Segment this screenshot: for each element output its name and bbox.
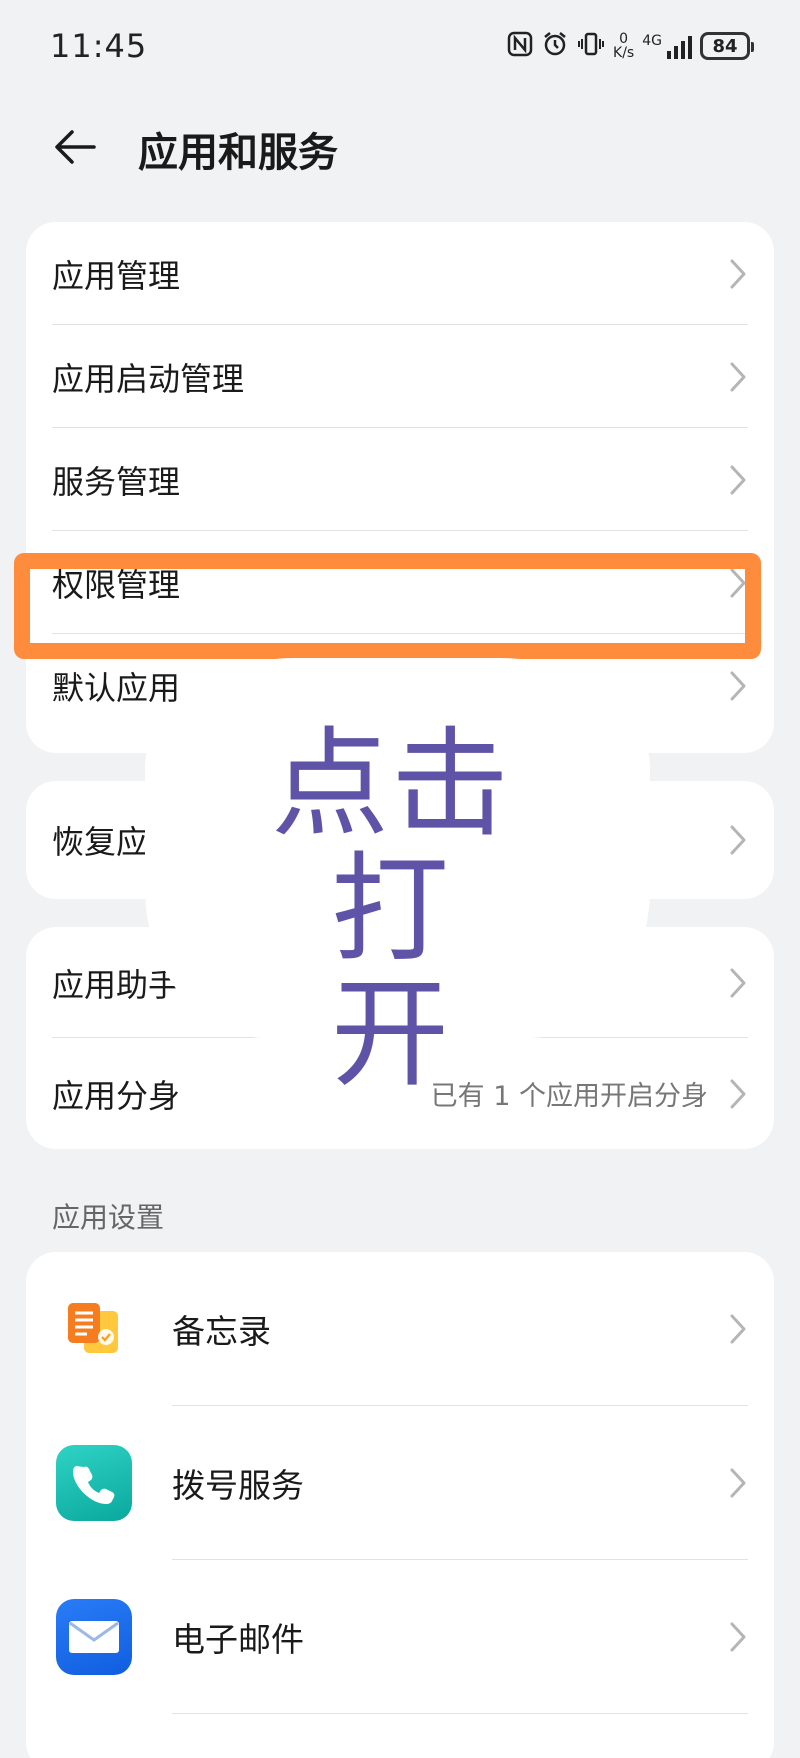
- divider: [172, 1713, 748, 1714]
- status-bar: 11:45 0 K/s 4G 84: [0, 0, 800, 92]
- row-label: 备忘录: [172, 1312, 271, 1351]
- annotation-line-2: 开: [330, 965, 451, 1103]
- annotation-callout-text: 点击打 开: [226, 722, 556, 1097]
- row-label: 电子邮件: [172, 1620, 304, 1659]
- chevron-right-icon: [730, 825, 746, 855]
- phone-icon: [56, 1445, 132, 1521]
- chevron-right-icon: [730, 1622, 746, 1652]
- row-label: 服务管理: [52, 462, 181, 501]
- net-speed: 0 K/s: [613, 32, 634, 60]
- chevron-right-icon: [730, 1468, 746, 1498]
- row-label: 拨号服务: [172, 1466, 304, 1505]
- row-label: 应用管理: [52, 256, 181, 295]
- chevron-right-icon: [730, 671, 746, 700]
- back-arrow-icon[interactable]: [50, 122, 100, 172]
- row-label: 应用助手: [52, 965, 181, 1004]
- chevron-right-icon: [730, 1079, 746, 1108]
- chevron-right-icon: [730, 1314, 746, 1344]
- annotation-highlight-box: [14, 553, 761, 659]
- app-row-dialer[interactable]: 拨号服务: [26, 1406, 774, 1560]
- row-label: 应用启动管理: [52, 359, 245, 398]
- email-icon: [56, 1599, 132, 1675]
- nfc-icon: [507, 31, 533, 62]
- battery-icon: 84: [700, 32, 754, 60]
- chevron-right-icon: [730, 362, 746, 391]
- notes-icon: [56, 1291, 132, 1367]
- row-app-launch-management[interactable]: 应用启动管理: [26, 325, 774, 428]
- chevron-right-icon: [730, 259, 746, 288]
- network-type: 4G: [642, 33, 662, 49]
- net-speed-unit: K/s: [613, 45, 635, 61]
- section-title-app-settings: 应用设置: [52, 1201, 165, 1234]
- row-app-management[interactable]: 应用管理: [26, 222, 774, 325]
- annotation-line-1: 点击打: [270, 715, 511, 978]
- status-time: 11:45: [50, 27, 148, 65]
- app-row-notes[interactable]: 备忘录: [26, 1252, 774, 1406]
- page-title: 应用和服务: [138, 130, 338, 176]
- row-label: 默认应用: [52, 668, 181, 707]
- page-header: 应用和服务: [0, 100, 800, 190]
- net-speed-value: 0: [619, 31, 629, 47]
- row-service-management[interactable]: 服务管理: [26, 428, 774, 531]
- row-label: 恢复应: [52, 823, 149, 861]
- vibrate-icon: [577, 30, 605, 63]
- alarm-icon: [541, 30, 569, 63]
- signal-icon: 4G: [642, 33, 692, 59]
- app-settings-list: 备忘录 拨号服务 电子邮件: [26, 1252, 774, 1758]
- chevron-right-icon: [730, 968, 746, 997]
- row-label: 应用分身: [52, 1076, 181, 1115]
- chevron-right-icon: [730, 465, 746, 494]
- app-row-email[interactable]: 电子邮件: [26, 1560, 774, 1714]
- battery-level: 84: [712, 35, 738, 57]
- status-icons: 0 K/s 4G 84: [507, 30, 754, 63]
